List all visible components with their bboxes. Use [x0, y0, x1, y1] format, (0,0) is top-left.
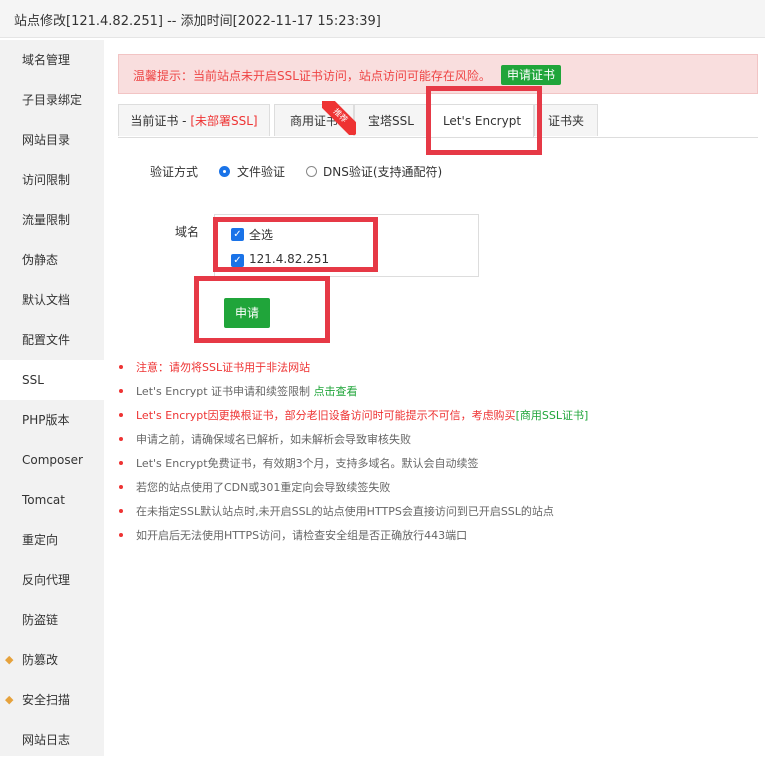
- select-all-checkbox[interactable]: ✓: [231, 228, 244, 241]
- sidebar-item-traffic-limit[interactable]: 流量限制: [0, 200, 104, 240]
- tab-label: 证书夹: [547, 114, 584, 128]
- note-item: Let's Encrypt免费证书，有效期3个月，支持多域名。默认会自动续签: [136, 457, 479, 470]
- sidebar-item-label: 防篡改: [22, 653, 59, 667]
- view-limit-link[interactable]: 点击查看: [314, 385, 358, 398]
- note-text: Let's Encrypt因更换根证书，部分老旧设备访问时可能提示不可信，考虑购…: [136, 409, 516, 422]
- bullet: [119, 413, 123, 417]
- ribbon-label: 推荐: [322, 101, 356, 135]
- note-item: 如开启后无法使用HTTPS访问，请检查安全组是否正确放行443端口: [136, 529, 468, 542]
- sidebar-item-site-log[interactable]: 网站日志: [0, 720, 104, 760]
- sidebar-item-label: 流量限制: [22, 213, 71, 227]
- note-item: 在未指定SSL默认站点时,未开启SSL的站点使用HTTPS会直接访问到已开启SS…: [136, 505, 554, 518]
- ssl-status-badge: [未部署SSL]: [190, 114, 258, 128]
- sidebar-item-reverse-proxy[interactable]: 反向代理: [0, 560, 104, 600]
- sidebar-item-label: 配置文件: [22, 333, 71, 347]
- bullet: [119, 389, 123, 393]
- bullet: [119, 509, 123, 513]
- alert-text: 温馨提示：当前站点未开启SSL证书访问，站点访问可能存在风险。: [133, 69, 491, 83]
- sidebar-item-access-limit[interactable]: 访问限制: [0, 160, 104, 200]
- sidebar-item-hotlink[interactable]: 防盗链: [0, 600, 104, 640]
- bullet: [119, 437, 123, 441]
- sidebar-item-php-version[interactable]: PHP版本: [0, 400, 104, 440]
- sidebar-item-label: 伪静态: [22, 253, 59, 267]
- sidebar-item-label: 访问限制: [22, 173, 71, 187]
- sidebar-item-redirect[interactable]: 重定向: [0, 520, 104, 560]
- ssl-warning-alert: 温馨提示：当前站点未开启SSL证书访问，站点访问可能存在风险。 申请证书: [118, 54, 758, 94]
- sidebar-item-rewrite[interactable]: 伪静态: [0, 240, 104, 280]
- bullet: [119, 461, 123, 465]
- sidebar-item-label: Composer: [22, 453, 83, 467]
- diamond-icon: ◆: [5, 693, 14, 706]
- sidebar-item-composer[interactable]: Composer: [0, 440, 104, 480]
- apply-certificate-button[interactable]: 申请证书: [501, 65, 561, 85]
- sidebar-item-ssl[interactable]: SSL: [0, 360, 104, 400]
- domain-checkbox[interactable]: ✓: [231, 254, 244, 267]
- sidebar-item-default-doc[interactable]: 默认文档: [0, 280, 104, 320]
- sidebar-item-label: 默认文档: [22, 293, 71, 307]
- sidebar-item-tamper-proof[interactable]: ◆ 防篡改: [0, 640, 104, 680]
- bullet: [119, 485, 123, 489]
- sidebar-item-label: 反向代理: [22, 573, 71, 587]
- sidebar-item-subdir[interactable]: 子目录绑定: [0, 80, 104, 120]
- sidebar-item-label: 重定向: [22, 533, 59, 547]
- sidebar-item-tomcat[interactable]: Tomcat: [0, 480, 104, 520]
- sidebar-item-label: SSL: [22, 373, 44, 387]
- window-title: 站点修改[121.4.82.251] -- 添加时间[2022-11-17 15…: [14, 14, 381, 29]
- buy-commercial-ssl-link[interactable]: [商用SSL证书]: [516, 409, 589, 422]
- note-text: Let's Encrypt 证书申请和续签限制: [136, 385, 314, 398]
- dns-verify-label[interactable]: DNS验证(支持通配符): [323, 163, 442, 180]
- sidebar-item-config[interactable]: 配置文件: [0, 320, 104, 360]
- domain-list: [214, 214, 479, 277]
- file-verify-radio[interactable]: [219, 166, 230, 177]
- file-verify-label[interactable]: 文件验证: [237, 163, 285, 180]
- apply-button[interactable]: 申请: [224, 298, 270, 328]
- tab-current-certificate[interactable]: 当前证书 - [未部署SSL]: [118, 104, 270, 136]
- select-all-label[interactable]: 全选: [249, 226, 273, 243]
- tab-label: Let's Encrypt: [442, 114, 522, 128]
- window-titlebar: 站点修改[121.4.82.251] -- 添加时间[2022-11-17 15…: [0, 0, 765, 38]
- sidebar-item-label: 子目录绑定: [22, 93, 83, 107]
- sidebar-item-label: Tomcat: [22, 493, 65, 507]
- dns-verify-radio[interactable]: [306, 166, 317, 177]
- diamond-icon: ◆: [5, 653, 14, 666]
- note-item: 若您的站点使用了CDN或301重定向会导致续签失败: [136, 481, 391, 494]
- note-item: 注意：请勿将SSL证书用于非法网站: [136, 361, 311, 374]
- bullet: [119, 365, 123, 369]
- sidebar-item-security-scan[interactable]: ◆ 安全扫描: [0, 680, 104, 720]
- domain-label: 域名: [175, 225, 200, 239]
- tab-baota-ssl[interactable]: 宝塔SSL: [354, 104, 428, 136]
- tab-label: 当前证书 -: [130, 114, 191, 128]
- note-item: Let's Encrypt因更换根证书，部分老旧设备访问时可能提示不可信，考虑购…: [136, 407, 588, 423]
- verify-method-label: 验证方式: [150, 165, 199, 179]
- sidebar-item-domain[interactable]: 域名管理: [0, 40, 104, 80]
- domain-item-label[interactable]: 121.4.82.251: [249, 252, 329, 266]
- sidebar: 域名管理 子目录绑定 网站目录 访问限制 流量限制 伪静态 默认文档 配置文件 …: [0, 40, 104, 756]
- sidebar-item-label: 域名管理: [22, 53, 71, 67]
- tab-lets-encrypt[interactable]: Let's Encrypt: [430, 104, 534, 137]
- sidebar-item-site-dir[interactable]: 网站目录: [0, 120, 104, 160]
- sidebar-item-label: PHP版本: [22, 413, 70, 427]
- bullet: [119, 533, 123, 537]
- sidebar-item-label: 安全扫描: [22, 693, 71, 707]
- tab-certificate-folder[interactable]: 证书夹: [534, 104, 598, 136]
- sidebar-item-label: 网站日志: [22, 733, 71, 747]
- recommend-ribbon: 推荐: [322, 101, 356, 135]
- note-item: 申请之前，请确保域名已解析，如未解析会导致审核失败: [136, 433, 411, 446]
- note-item: Let's Encrypt 证书申请和续签限制 点击查看: [136, 383, 358, 399]
- ssl-tabs: 当前证书 - [未部署SSL] 商用证书 宝塔SSL Let's Encrypt…: [118, 104, 758, 138]
- sidebar-item-label: 网站目录: [22, 133, 71, 147]
- sidebar-item-label: 防盗链: [22, 613, 59, 627]
- tab-label: 宝塔SSL: [368, 114, 414, 128]
